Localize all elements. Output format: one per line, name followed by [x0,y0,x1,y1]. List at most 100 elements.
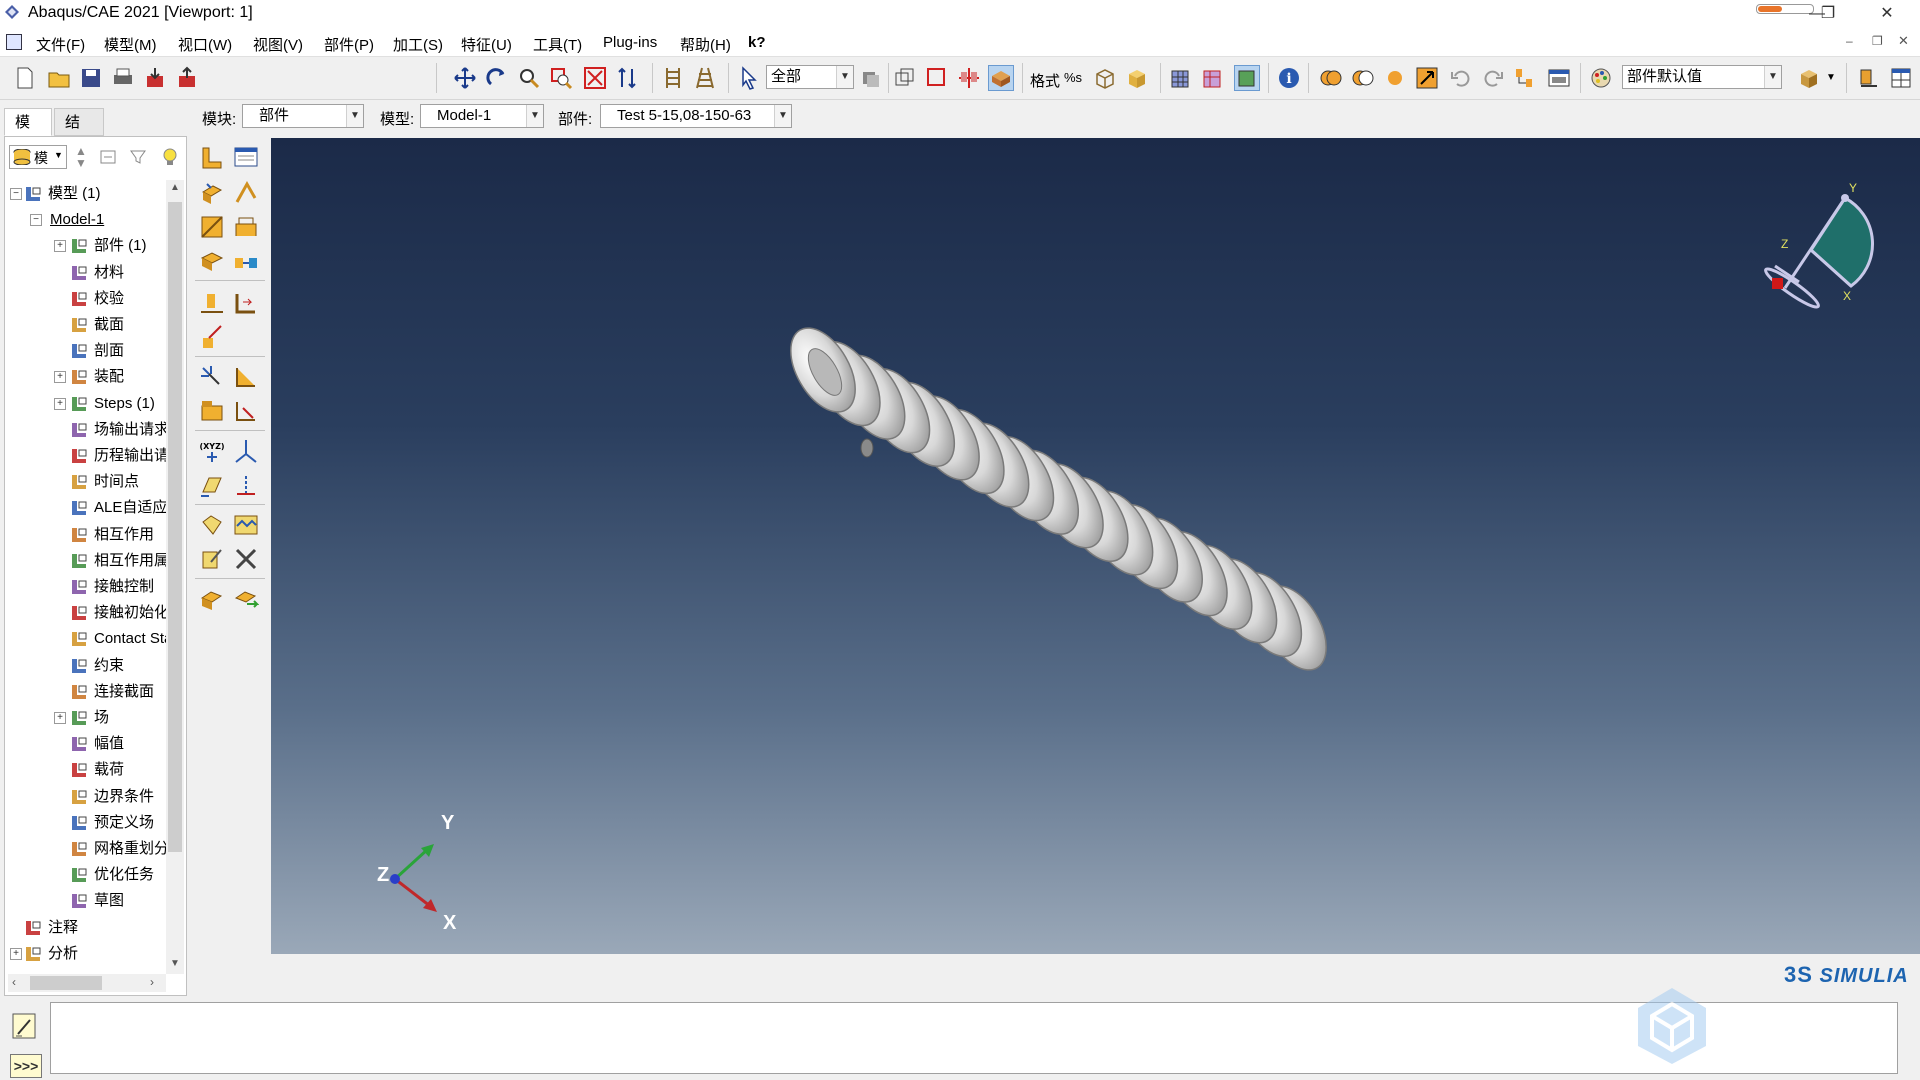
datum-plane-icon[interactable] [197,470,227,500]
info-icon[interactable]: i [1276,65,1302,91]
shaded-cube-icon[interactable] [1124,65,1150,91]
open-folder-icon[interactable] [46,65,72,91]
expand-tree-icon[interactable] [99,149,117,165]
sphere-icon[interactable] [1382,65,1408,91]
message-area-icon[interactable] [10,1012,38,1040]
mdi-restore-button[interactable]: ❐ [1872,34,1883,48]
mesh-cube-icon[interactable] [1168,65,1194,91]
tree-item[interactable]: 预定义场 [6,811,166,835]
cut-extrude-icon[interactable] [197,212,227,242]
viewport[interactable]: Y Z X Y Z X [271,138,1920,954]
import-icon[interactable] [142,65,168,91]
tree-item[interactable]: 约束 [6,654,166,678]
tree-item[interactable]: 历程输出请求 [6,444,166,468]
window-menu-icon[interactable] [6,34,22,50]
perspective-icon[interactable] [692,65,718,91]
redo-icon[interactable] [1480,65,1506,91]
restore-button[interactable]: ❐ [1808,0,1848,28]
save-icon[interactable] [78,65,104,91]
query-box-icon[interactable] [988,65,1014,91]
tree-item[interactable]: 截面 [6,313,166,337]
tree-item[interactable]: 剖面 [6,339,166,363]
tree-item[interactable]: 连接截面 [6,680,166,704]
module-select[interactable]: 部件 ▼ [242,104,364,128]
shaded-mesh-icon[interactable] [1234,65,1260,91]
render-style-value[interactable]: %s [1064,70,1082,85]
helical-coil-part[interactable] [777,317,1339,681]
menu-feature[interactable]: 特征(U) [461,34,512,55]
wire-icon[interactable] [197,322,227,352]
scroll-left-icon[interactable]: ‹ [12,975,16,989]
tree-item[interactable]: 边界条件 [6,785,166,809]
menu-viewport[interactable]: 视口(W) [178,34,232,55]
front-view-icon[interactable] [660,65,686,91]
collapse-icon[interactable]: − [30,214,42,227]
tree-item[interactable]: 时间点 [6,470,166,494]
sweep-icon[interactable] [231,212,261,242]
virtual-topology-icon[interactable] [231,396,261,426]
partition-face-icon[interactable] [231,362,261,392]
solid-extrude-icon[interactable] [197,178,227,208]
datum-point-icon[interactable]: (XYZ) [197,436,227,466]
print-icon[interactable] [110,65,136,91]
tree-filter-select[interactable]: 模 ▼ [9,145,67,169]
auto-fit-icon[interactable] [582,65,608,91]
color-palette-icon[interactable] [1588,65,1614,91]
tree-item[interactable]: + 装配 [6,365,166,389]
pick-arrow-icon[interactable] [1414,65,1440,91]
box-select-icon[interactable] [924,65,950,91]
tree-vertical-scrollbar[interactable]: ▲ ▼ [166,180,184,974]
scroll-right-icon[interactable]: › [150,975,154,989]
new-file-icon[interactable] [12,65,38,91]
tree-item[interactable]: − 模型 (1) [6,182,166,206]
menu-tools[interactable]: 工具(T) [533,34,582,55]
tree-item[interactable]: ALE自适应 [6,496,166,520]
model-select[interactable]: Model-1 ▼ [420,104,544,128]
tree-item[interactable]: 接触控制 [6,575,166,599]
mdi-close-button[interactable]: ✕ [1898,33,1909,49]
viewport-layout-icon[interactable] [1546,65,1572,91]
tab-model[interactable]: 模型 [4,108,52,159]
menu-part[interactable]: 部件(P) [324,34,374,55]
tree-item[interactable]: 优化任务 [6,863,166,887]
create-surface-icon[interactable] [231,510,261,540]
expand-icon[interactable]: + [10,947,22,960]
box-zoom-icon[interactable] [548,65,574,91]
expand-icon[interactable]: + [54,371,66,384]
selection-filter-select[interactable]: 全部 ▼ [766,65,854,89]
zoom-icon[interactable] [516,65,542,91]
datum-csys-icon[interactable] [231,436,261,466]
part-copy-icon[interactable] [197,584,227,614]
tree-item[interactable]: 材料 [6,261,166,285]
menu-help[interactable]: 帮助(H) [680,34,731,55]
menu-model[interactable]: 模型(M) [104,34,157,55]
scroll-down-icon[interactable]: ▼ [170,958,180,969]
tree-item[interactable]: + 部件 (1) [6,234,166,258]
solid-revolve-icon[interactable] [197,246,227,276]
menu-view[interactable]: 视图(V) [253,34,303,55]
hidden-line-cube-icon[interactable] [1200,65,1226,91]
grid-layout-icon[interactable] [1888,65,1914,91]
create-part-icon[interactable] [197,142,227,172]
partition-icon[interactable] [956,65,982,91]
part-mirror-icon[interactable] [231,584,261,614]
color-scheme-select[interactable]: 部件默认值 ▼ [1622,65,1782,89]
close-button[interactable]: ✕ [1864,0,1910,28]
tree-item[interactable]: 草图 [6,889,166,913]
menu-context-help[interactable]: k? [748,34,766,51]
tree-item[interactable]: 相互作用属性 [6,549,166,573]
tree-item[interactable]: 载荷 [6,758,166,782]
view-cube-icon[interactable] [1796,65,1822,91]
tree-item[interactable]: 幅值 [6,732,166,756]
query-edit-icon[interactable] [197,544,227,574]
expand-icon[interactable]: + [54,397,66,410]
export-icon[interactable] [174,65,200,91]
part-select[interactable]: Test 5-15,08-150-63 ▼ [600,104,792,128]
partition-edge-icon[interactable] [197,362,227,392]
undo-icon[interactable] [1448,65,1474,91]
rotate-icon[interactable] [484,65,510,91]
filter-tree-icon[interactable] [129,149,147,165]
wireframe-cube-icon[interactable] [1092,65,1118,91]
pan-icon[interactable] [452,65,478,91]
boolean-union-icon[interactable] [1318,65,1344,91]
